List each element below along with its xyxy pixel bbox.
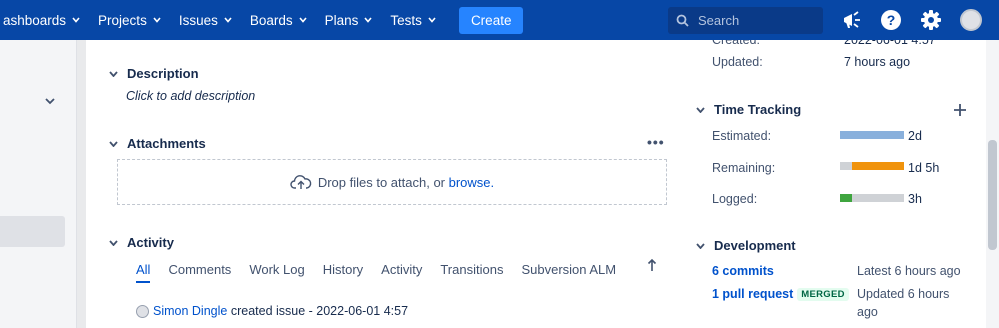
chevron-down-icon: [428, 17, 436, 23]
cloud-upload-icon: [290, 175, 312, 189]
pull-request-meta-line1: Updated 6 hours: [857, 287, 950, 301]
tab-comments[interactable]: Comments: [168, 262, 231, 283]
more-options-icon[interactable]: •••: [647, 134, 665, 150]
tab-transitions[interactable]: Transitions: [440, 262, 503, 283]
estimated-value: 2d: [908, 129, 922, 143]
nav-plans-label: Plans: [324, 12, 359, 28]
merged-badge: MERGED: [797, 288, 849, 301]
avatar: [136, 304, 149, 318]
page-scrollbar-thumb[interactable]: [988, 140, 997, 250]
remaining-bar-fill: [852, 162, 904, 170]
search-placeholder: Search: [698, 13, 740, 28]
help-icon[interactable]: ?: [880, 9, 902, 31]
chevron-down-icon: [364, 17, 373, 23]
attachment-dropzone[interactable]: Drop files to attach, or browse.: [117, 159, 667, 205]
estimated-bar: [840, 131, 904, 139]
commits-link[interactable]: 6 commits: [712, 264, 774, 278]
nav-dashboards[interactable]: ashboards: [0, 0, 89, 40]
chevron-down-icon: [109, 140, 118, 147]
browse-link[interactable]: browse.: [449, 175, 495, 190]
activity-text: created issue - 2022-06-01 4:57: [230, 304, 409, 318]
nav-boards-label: Boards: [249, 12, 293, 28]
dropzone-text: Drop files to attach, or: [317, 174, 445, 190]
chevron-down-icon: [299, 17, 307, 23]
updated-label: Updated:: [712, 55, 763, 69]
remaining-label: Remaining:: [712, 161, 776, 175]
nav-tests[interactable]: Tests: [381, 0, 445, 40]
sidebar-selected-item[interactable]: [0, 216, 65, 247]
description-placeholder[interactable]: Click to add description: [126, 89, 255, 103]
activity-user-link[interactable]: Simon Dingle: [153, 304, 227, 318]
chevron-down-icon[interactable]: [45, 97, 55, 105]
nav-plans[interactable]: Plans: [316, 0, 382, 40]
avatar[interactable]: [960, 9, 982, 31]
pull-request-link[interactable]: 1 pull request MERGED: [712, 287, 849, 301]
attachments-heading: Attachments: [127, 136, 206, 151]
nav-tests-label: Tests: [390, 12, 422, 28]
tab-activity[interactable]: Activity: [381, 262, 422, 283]
chevron-down-icon: [696, 242, 705, 249]
top-navigation-bar: ashboards Projects Issues Boards Plans T…: [0, 0, 999, 40]
time-tracking-heading: Time Tracking: [714, 102, 802, 117]
nav-projects[interactable]: Projects: [89, 0, 170, 40]
activity-tabs: All Comments Work Log History Activity T…: [136, 262, 634, 283]
nav-projects-label: Projects: [98, 12, 147, 28]
tab-subversion-alm[interactable]: Subversion ALM: [521, 262, 616, 283]
development-heading: Development: [714, 238, 796, 253]
logged-label: Logged:: [712, 192, 758, 206]
search-icon: [676, 14, 689, 27]
remaining-value: 1d 5h: [908, 161, 940, 175]
description-section-toggle[interactable]: Description: [109, 66, 199, 81]
chevron-down-icon: [72, 17, 80, 23]
pull-request-meta-line2: ago: [857, 305, 878, 319]
sort-order-icon[interactable]: [647, 258, 657, 272]
tab-work-log[interactable]: Work Log: [249, 262, 304, 283]
tab-all[interactable]: All: [136, 262, 151, 283]
activity-section-toggle[interactable]: Activity: [109, 235, 174, 250]
nav-dashboards-label: ashboards: [3, 12, 67, 28]
logged-bar-fill: [840, 194, 852, 202]
nav-issues[interactable]: Issues: [170, 0, 241, 40]
logged-value: 3h: [908, 192, 922, 206]
nav-issues-label: Issues: [178, 12, 218, 28]
attachments-section-toggle[interactable]: Attachments: [109, 136, 206, 151]
settings-icon[interactable]: [920, 9, 942, 31]
description-heading: Description: [127, 66, 199, 81]
megaphone-icon[interactable]: [841, 9, 863, 31]
sidebar: [0, 40, 76, 328]
time-tracking-section-toggle[interactable]: Time Tracking: [696, 102, 801, 117]
chevron-down-icon: [109, 70, 118, 77]
updated-value: 7 hours ago: [844, 55, 911, 69]
tab-history[interactable]: History: [323, 262, 363, 283]
search-input[interactable]: Search: [668, 7, 823, 34]
chevron-down-icon: [109, 239, 118, 246]
chevron-down-icon: [696, 106, 705, 113]
activity-heading: Activity: [127, 235, 174, 250]
estimated-label: Estimated:: [712, 129, 772, 143]
chevron-down-icon: [153, 17, 161, 23]
sidebar-scrollbar[interactable]: [76, 40, 86, 328]
create-button[interactable]: Create: [458, 6, 524, 34]
pull-request-label: 1 pull request: [712, 287, 794, 301]
activity-entry: Simon Dingle created issue - 2022-06-01 …: [136, 304, 408, 318]
commits-meta: Latest 6 hours ago: [857, 264, 961, 278]
development-section-toggle[interactable]: Development: [696, 238, 796, 253]
chevron-down-icon: [224, 17, 232, 23]
svg-text:?: ?: [887, 12, 896, 28]
nav-boards[interactable]: Boards: [241, 0, 316, 40]
add-icon[interactable]: [953, 103, 967, 117]
